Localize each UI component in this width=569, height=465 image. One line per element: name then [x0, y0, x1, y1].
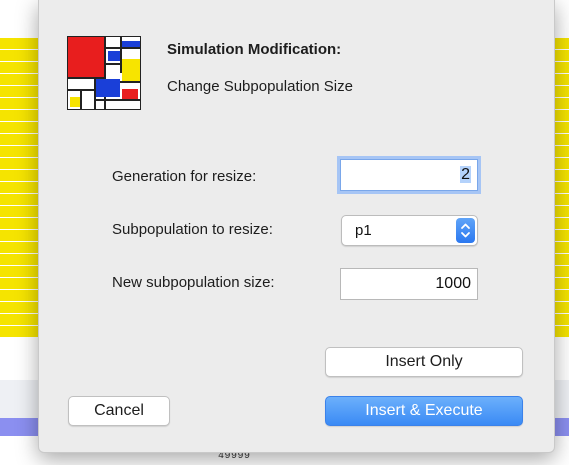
modification-dialog: Simulation Modification: Change Subpopul…	[38, 0, 555, 453]
mondrian-logo-icon	[67, 36, 141, 110]
background-yellow-strip-left	[0, 38, 40, 338]
dialog-subtitle: Change Subpopulation Size	[167, 78, 353, 95]
subpopulation-label: Subpopulation to resize:	[112, 221, 273, 238]
size-label: New subpopulation size:	[112, 274, 275, 291]
dialog-title: Simulation Modification:	[167, 41, 342, 58]
generation-value: 2	[460, 166, 471, 183]
generation-label: Generation for resize:	[112, 168, 257, 185]
cancel-button[interactable]: Cancel	[68, 396, 170, 426]
subpopulation-value: p1	[355, 222, 372, 239]
generation-field[interactable]: 2	[340, 159, 478, 191]
size-field[interactable]: 1000	[340, 268, 478, 300]
insert-execute-button[interactable]: Insert & Execute	[325, 396, 523, 426]
background-yellow-strip-right	[553, 38, 569, 338]
size-value: 1000	[435, 275, 471, 292]
up-down-chevron-icon	[456, 218, 475, 243]
insert-only-button[interactable]: Insert Only	[325, 347, 523, 377]
subpopulation-popup[interactable]: p1	[341, 215, 478, 246]
